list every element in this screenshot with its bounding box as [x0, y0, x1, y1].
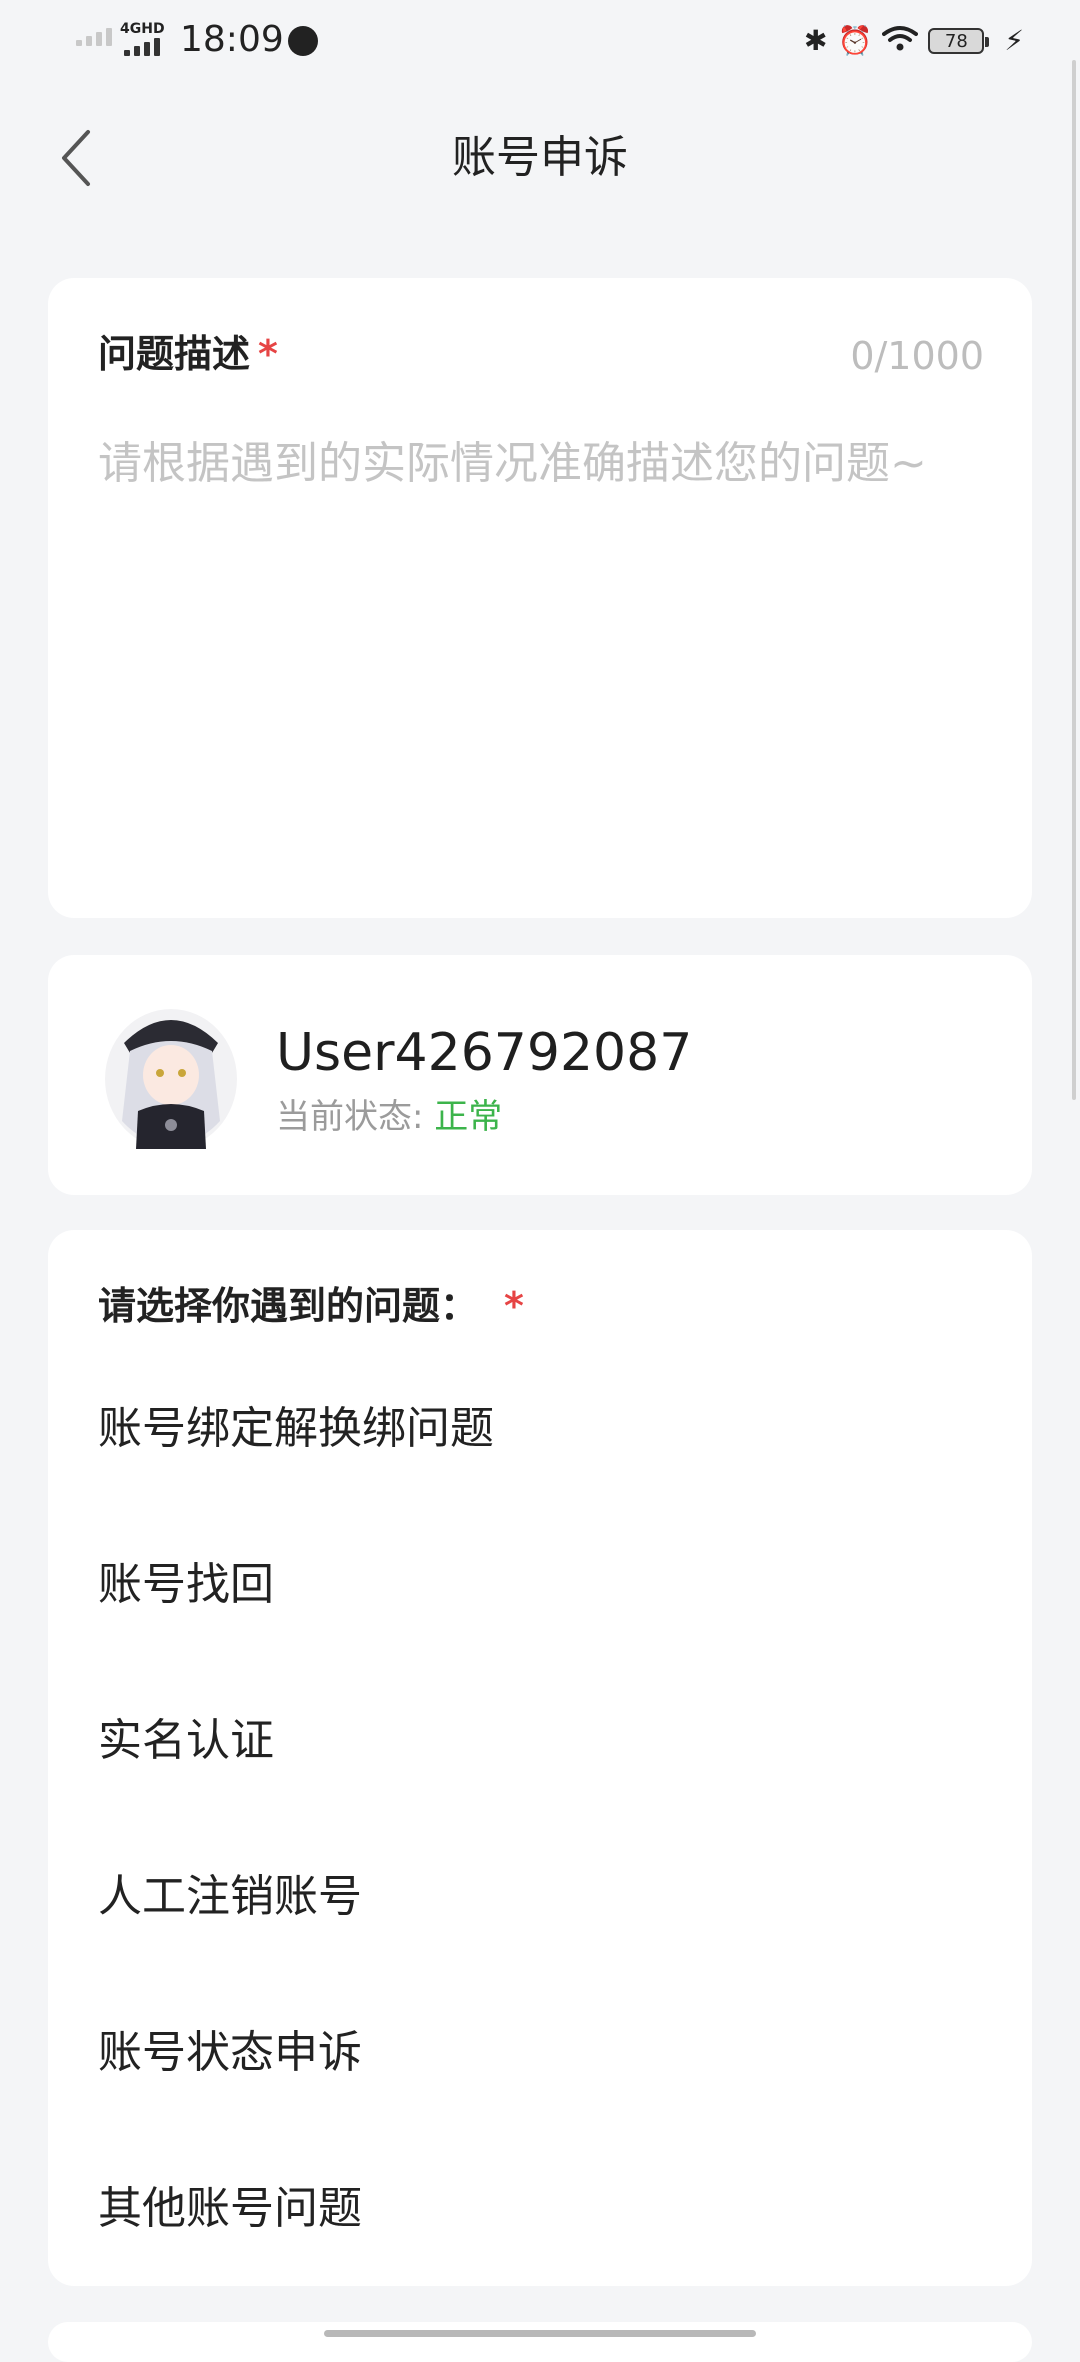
description-label: 问题描述 * [98, 330, 278, 378]
issue-option-cancel-account[interactable]: 人工注销账号 [98, 1852, 978, 1942]
battery-level: 78 [944, 30, 968, 52]
user-name: User426792087 [276, 1023, 693, 1083]
required-mark: * [504, 1284, 524, 1328]
issue-label-text: 请选择你遇到的问题： [98, 1284, 479, 1328]
wifi-icon [882, 25, 919, 57]
header: 账号申诉 [0, 110, 1080, 206]
description-input[interactable] [98, 428, 988, 868]
status-bar: 4GHD 18:09 ✱ ⏰ 78 ⚡ [0, 0, 1080, 84]
alarm-icon: ⏰ [837, 24, 873, 57]
user-status: 当前状态: 正常 [276, 1095, 502, 1139]
bluetooth-icon: ✱ [803, 24, 828, 57]
character-counter: 0/1000 [850, 334, 984, 378]
signal-weak-icon [76, 28, 112, 46]
page-title: 账号申诉 [452, 132, 628, 183]
user-card: User426792087 当前状态: 正常 [48, 955, 1032, 1195]
network-type: 4GHD [120, 21, 165, 37]
issue-card: 请选择你遇到的问题： * 账号绑定解换绑问题 账号找回 实名认证 人工注销账号 账… [48, 1230, 1032, 2286]
description-label-text: 问题描述 [98, 332, 251, 376]
status-value: 正常 [434, 1097, 503, 1137]
description-card: 问题描述 * 0/1000 [48, 278, 1032, 918]
status-time: 18:09 [180, 19, 284, 60]
issue-label: 请选择你遇到的问题： * [98, 1282, 524, 1330]
status-label: 当前状态: [276, 1097, 435, 1137]
issue-option-recover[interactable]: 账号找回 [98, 1540, 978, 1630]
issue-option-other[interactable]: 其他账号问题 [98, 2164, 978, 2254]
next-card [48, 2322, 1032, 2362]
app-notification-icon [288, 26, 318, 56]
issue-option-status-appeal[interactable]: 账号状态申诉 [98, 2008, 978, 2098]
issue-option-binding[interactable]: 账号绑定解换绑问题 [98, 1384, 978, 1474]
home-indicator[interactable] [324, 2330, 756, 2337]
charging-icon: ⚡ [1004, 24, 1024, 57]
signal-strong-icon [124, 38, 160, 56]
issue-option-realname[interactable]: 实名认证 [98, 1696, 978, 1786]
battery-icon: 78 [928, 28, 990, 54]
scrollbar[interactable] [1072, 60, 1076, 1100]
avatar[interactable] [102, 1001, 240, 1151]
required-mark: * [258, 332, 278, 376]
